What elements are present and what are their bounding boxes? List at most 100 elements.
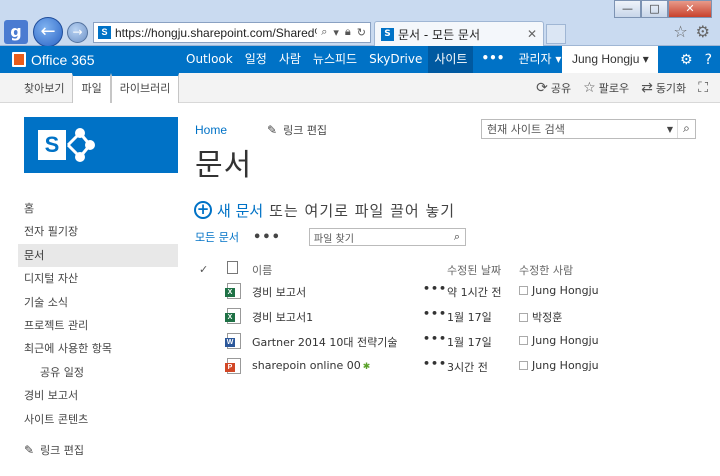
- add-circle-icon[interactable]: +: [194, 201, 212, 219]
- pencil-icon: ✎: [267, 123, 278, 137]
- address-bar[interactable]: S https://hongju.sharepoint.com/Shared%2…: [93, 22, 371, 43]
- suite-link-people[interactable]: 사람: [273, 46, 307, 73]
- item-menu-button[interactable]: •••: [423, 307, 447, 320]
- tab-close-icon[interactable]: ✕: [527, 27, 537, 41]
- view-more-button[interactable]: •••: [253, 230, 281, 245]
- search-icon[interactable]: ⌕: [321, 26, 327, 39]
- column-header-modified-by[interactable]: 수정한 사람: [519, 262, 573, 278]
- google-toolbar-icon[interactable]: g: [4, 20, 28, 44]
- follow-button[interactable]: ☆ 팔로우: [583, 80, 629, 96]
- office365-logo[interactable]: Office 365: [12, 46, 95, 73]
- modified-date: 1월 17일: [447, 336, 492, 349]
- refresh-icon[interactable]: ↻: [357, 26, 366, 39]
- suite-link-outlook[interactable]: Outlook: [180, 46, 239, 73]
- admin-menu[interactable]: 관리자 ▾: [512, 46, 567, 73]
- select-all-checkmark-icon[interactable]: ✓: [199, 263, 208, 276]
- item-menu-button[interactable]: •••: [423, 357, 447, 370]
- search-icon[interactable]: ⌕: [449, 230, 465, 244]
- word-file-icon[interactable]: W: [225, 333, 241, 349]
- search-scope-dropdown-icon[interactable]: ▼: [663, 125, 677, 134]
- dropdown-icon[interactable]: ▾: [333, 26, 339, 39]
- modified-by-user[interactable]: 박정훈: [532, 309, 562, 325]
- view-bar: 모든 문서 ••• 파일 찾기 ⌕: [195, 228, 466, 246]
- nav-item-shared-calendar[interactable]: 공유 일정: [18, 361, 178, 384]
- item-menu-button[interactable]: •••: [423, 332, 447, 345]
- presence-indicator-icon: [519, 361, 528, 370]
- favorites-star-icon[interactable]: ☆: [673, 22, 687, 41]
- gear-icon[interactable]: ⚙: [680, 52, 693, 68]
- breadcrumb-home[interactable]: Home: [195, 123, 227, 137]
- presence-indicator-icon: [519, 312, 528, 322]
- help-icon[interactable]: ?: [705, 52, 712, 68]
- back-button[interactable]: ←: [33, 17, 63, 47]
- suite-link-skydrive[interactable]: SkyDrive: [363, 46, 428, 73]
- tab-browse[interactable]: 찾아보기: [16, 73, 72, 103]
- site-search-box[interactable]: 현재 사이트 검색 ▼ ⌕: [481, 119, 696, 139]
- site-logo[interactable]: S: [24, 117, 178, 173]
- document-name[interactable]: 경비 보고서1: [252, 309, 313, 325]
- modified-date: 3시간 전: [447, 361, 488, 374]
- share-button[interactable]: ⟳ 공유: [536, 80, 571, 96]
- modified-date: 1월 17일: [447, 311, 492, 324]
- focus-content-icon[interactable]: ⛶: [698, 80, 708, 96]
- user-menu[interactable]: Jung Hongju ▾: [562, 46, 658, 73]
- table-row[interactable]: X 경비 보고서 ••• 약 1시간 전 Jung Hongju: [195, 281, 705, 306]
- minimize-button[interactable]: —: [614, 0, 641, 18]
- powerpoint-file-icon[interactable]: P: [225, 358, 241, 374]
- new-tab-button[interactable]: [546, 24, 566, 44]
- excel-file-icon[interactable]: X: [225, 308, 241, 324]
- column-header-name[interactable]: 이름: [252, 262, 272, 278]
- document-name[interactable]: 경비 보고서: [252, 284, 306, 300]
- view-all-documents[interactable]: 모든 문서: [195, 229, 239, 245]
- brand-label: Office 365: [31, 51, 95, 68]
- suite-more-button[interactable]: •••: [473, 46, 512, 73]
- nav-item-project-management[interactable]: 프로젝트 관리: [18, 314, 178, 337]
- nav-item-documents[interactable]: 문서: [18, 243, 178, 268]
- ribbon: 찾아보기 파일 라이브러리 ⟳ 공유 ☆ 팔로우 ⇄ 동기화 ⛶: [0, 73, 720, 103]
- document-name[interactable]: Gartner 2014 10대 전략기술: [252, 334, 397, 350]
- tab-library[interactable]: 라이브러리: [110, 73, 180, 103]
- close-window-button[interactable]: ✕: [668, 0, 712, 18]
- maximize-button[interactable]: □: [641, 0, 668, 18]
- new-document-link[interactable]: 새 문서: [217, 200, 263, 221]
- suite-link-sites[interactable]: 사이트: [428, 46, 474, 73]
- star-icon: ☆: [583, 80, 596, 96]
- tools-gear-icon[interactable]: ⚙: [696, 22, 710, 41]
- nav-item-home[interactable]: 홈: [18, 197, 178, 220]
- site-search-input[interactable]: 현재 사이트 검색: [482, 121, 663, 137]
- tab-files[interactable]: 파일: [72, 73, 111, 103]
- table-row[interactable]: W Gartner 2014 10대 전략기술 ••• 1월 17일 Jung …: [195, 331, 705, 356]
- modified-by-user[interactable]: Jung Hongju: [532, 334, 599, 347]
- sync-button[interactable]: ⇄ 동기화: [641, 80, 686, 96]
- modified-date: 약 1시간 전: [447, 286, 502, 299]
- file-search-box[interactable]: 파일 찾기 ⌕: [308, 228, 466, 246]
- nav-item-expense-report[interactable]: 경비 보고서: [18, 384, 178, 407]
- table-row[interactable]: P sharepoin online 00 ✱ ••• 3시간 전 Jung Ho…: [195, 356, 705, 381]
- column-header-modified[interactable]: 수정된 날짜: [447, 262, 501, 278]
- browser-tab[interactable]: S 문서 - 모든 문서 ✕: [374, 21, 544, 46]
- item-menu-button[interactable]: •••: [423, 282, 447, 295]
- file-search-input[interactable]: 파일 찾기: [310, 230, 449, 245]
- edit-links-button[interactable]: ✎ 링크 편집: [267, 122, 327, 138]
- table-row[interactable]: X 경비 보고서1 ••• 1월 17일 박정훈: [195, 306, 705, 331]
- suite-link-calendar[interactable]: 일정: [239, 46, 273, 73]
- nav-item-recent[interactable]: 최근에 사용한 항목: [18, 337, 178, 360]
- document-name[interactable]: sharepoin online 00: [252, 359, 361, 372]
- modified-by-user[interactable]: Jung Hongju: [532, 284, 599, 297]
- pencil-icon: ✎: [24, 443, 35, 457]
- search-icon[interactable]: ⌕: [677, 120, 695, 138]
- file-type-header-icon[interactable]: [227, 261, 238, 274]
- window-controls: — □ ✕: [614, 0, 712, 18]
- suite-link-newsfeed[interactable]: 뉴스피드: [307, 46, 363, 73]
- nav-item-notebook[interactable]: 전자 필기장: [18, 220, 178, 243]
- nav-item-digital-assets[interactable]: 디지털 자산: [18, 267, 178, 290]
- lock-icon[interactable]: 🔒︎: [345, 26, 351, 39]
- address-url[interactable]: https://hongju.sharepoint.com/Shared%2C: [115, 26, 317, 40]
- browser-chrome: — □ ✕ g ← → S https://hongju.sharepoint.…: [0, 0, 720, 47]
- excel-file-icon[interactable]: X: [225, 283, 241, 299]
- nav-item-tech-news[interactable]: 기술 소식: [18, 291, 178, 314]
- nav-edit-links-button[interactable]: ✎ 링크 편집: [24, 442, 84, 458]
- forward-button[interactable]: →: [67, 22, 88, 43]
- nav-item-site-contents[interactable]: 사이트 콘텐츠: [18, 408, 178, 431]
- modified-by-user[interactable]: Jung Hongju: [532, 359, 599, 372]
